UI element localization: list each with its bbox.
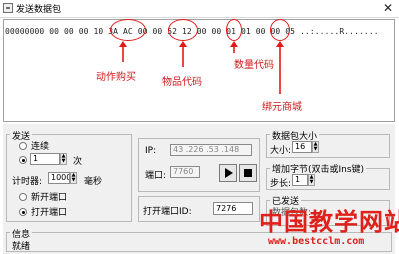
new-port-label: 新开端口 — [31, 193, 68, 203]
annotation-quantity-code: 数量代码 — [234, 60, 274, 71]
open-port-id-input[interactable]: 7276 — [213, 202, 253, 215]
increment-legend: 增加字节(双击或Ins键) — [270, 162, 367, 175]
step-label: 步长: — [270, 179, 292, 189]
continuous-label: 连续 — [31, 142, 50, 152]
step-spinner[interactable]: ▲ ▼ — [308, 174, 315, 186]
count-input[interactable]: 1 — [30, 153, 60, 165]
annotation-currency: 绑元商城 — [262, 102, 302, 113]
size-input[interactable]: 16 — [292, 141, 312, 153]
open-port-label: 打开端口 — [31, 208, 68, 218]
continuous-radio[interactable] — [19, 142, 27, 150]
play-icon — [225, 168, 233, 178]
annotation-action: 动作购买 — [96, 72, 136, 83]
port-input[interactable]: 7760 — [170, 166, 200, 178]
new-port-radio[interactable] — [19, 193, 27, 201]
info-status: 就绪 — [12, 242, 31, 252]
port-label: 端口: — [145, 171, 167, 181]
timer-unit: 毫秒 — [84, 177, 103, 187]
size-spinner[interactable]: ▲ ▼ — [312, 141, 319, 153]
open-port-id-label: 打开端口ID: — [143, 207, 192, 217]
step-input[interactable]: 1 — [292, 174, 308, 186]
stop-button[interactable] — [239, 164, 257, 182]
count-unit: 次 — [73, 157, 83, 167]
open-port-radio[interactable] — [19, 208, 27, 216]
annotation-arrows — [119, 41, 284, 94]
annotation-item-code: 物品代码 — [162, 77, 202, 88]
watermark-logo: 中国教学网站 — [259, 208, 399, 236]
watermark-url: www.bestcclm.com — [268, 236, 365, 247]
size-label: 大小: — [270, 146, 292, 156]
ip-label: IP: — [145, 146, 157, 156]
timer-input[interactable]: 1000 — [48, 172, 70, 184]
stop-icon — [244, 169, 252, 177]
count-radio[interactable] — [19, 156, 27, 164]
timer-spinner[interactable]: ▲ ▼ — [70, 172, 77, 184]
timer-label: 计时器: — [12, 177, 43, 187]
count-spinner[interactable]: ▲ ▼ — [60, 153, 67, 165]
play-button[interactable] — [219, 164, 237, 182]
ip-input[interactable]: 43 .226 .53 .148 — [170, 144, 252, 156]
send-group-legend: 发送 — [10, 129, 33, 142]
